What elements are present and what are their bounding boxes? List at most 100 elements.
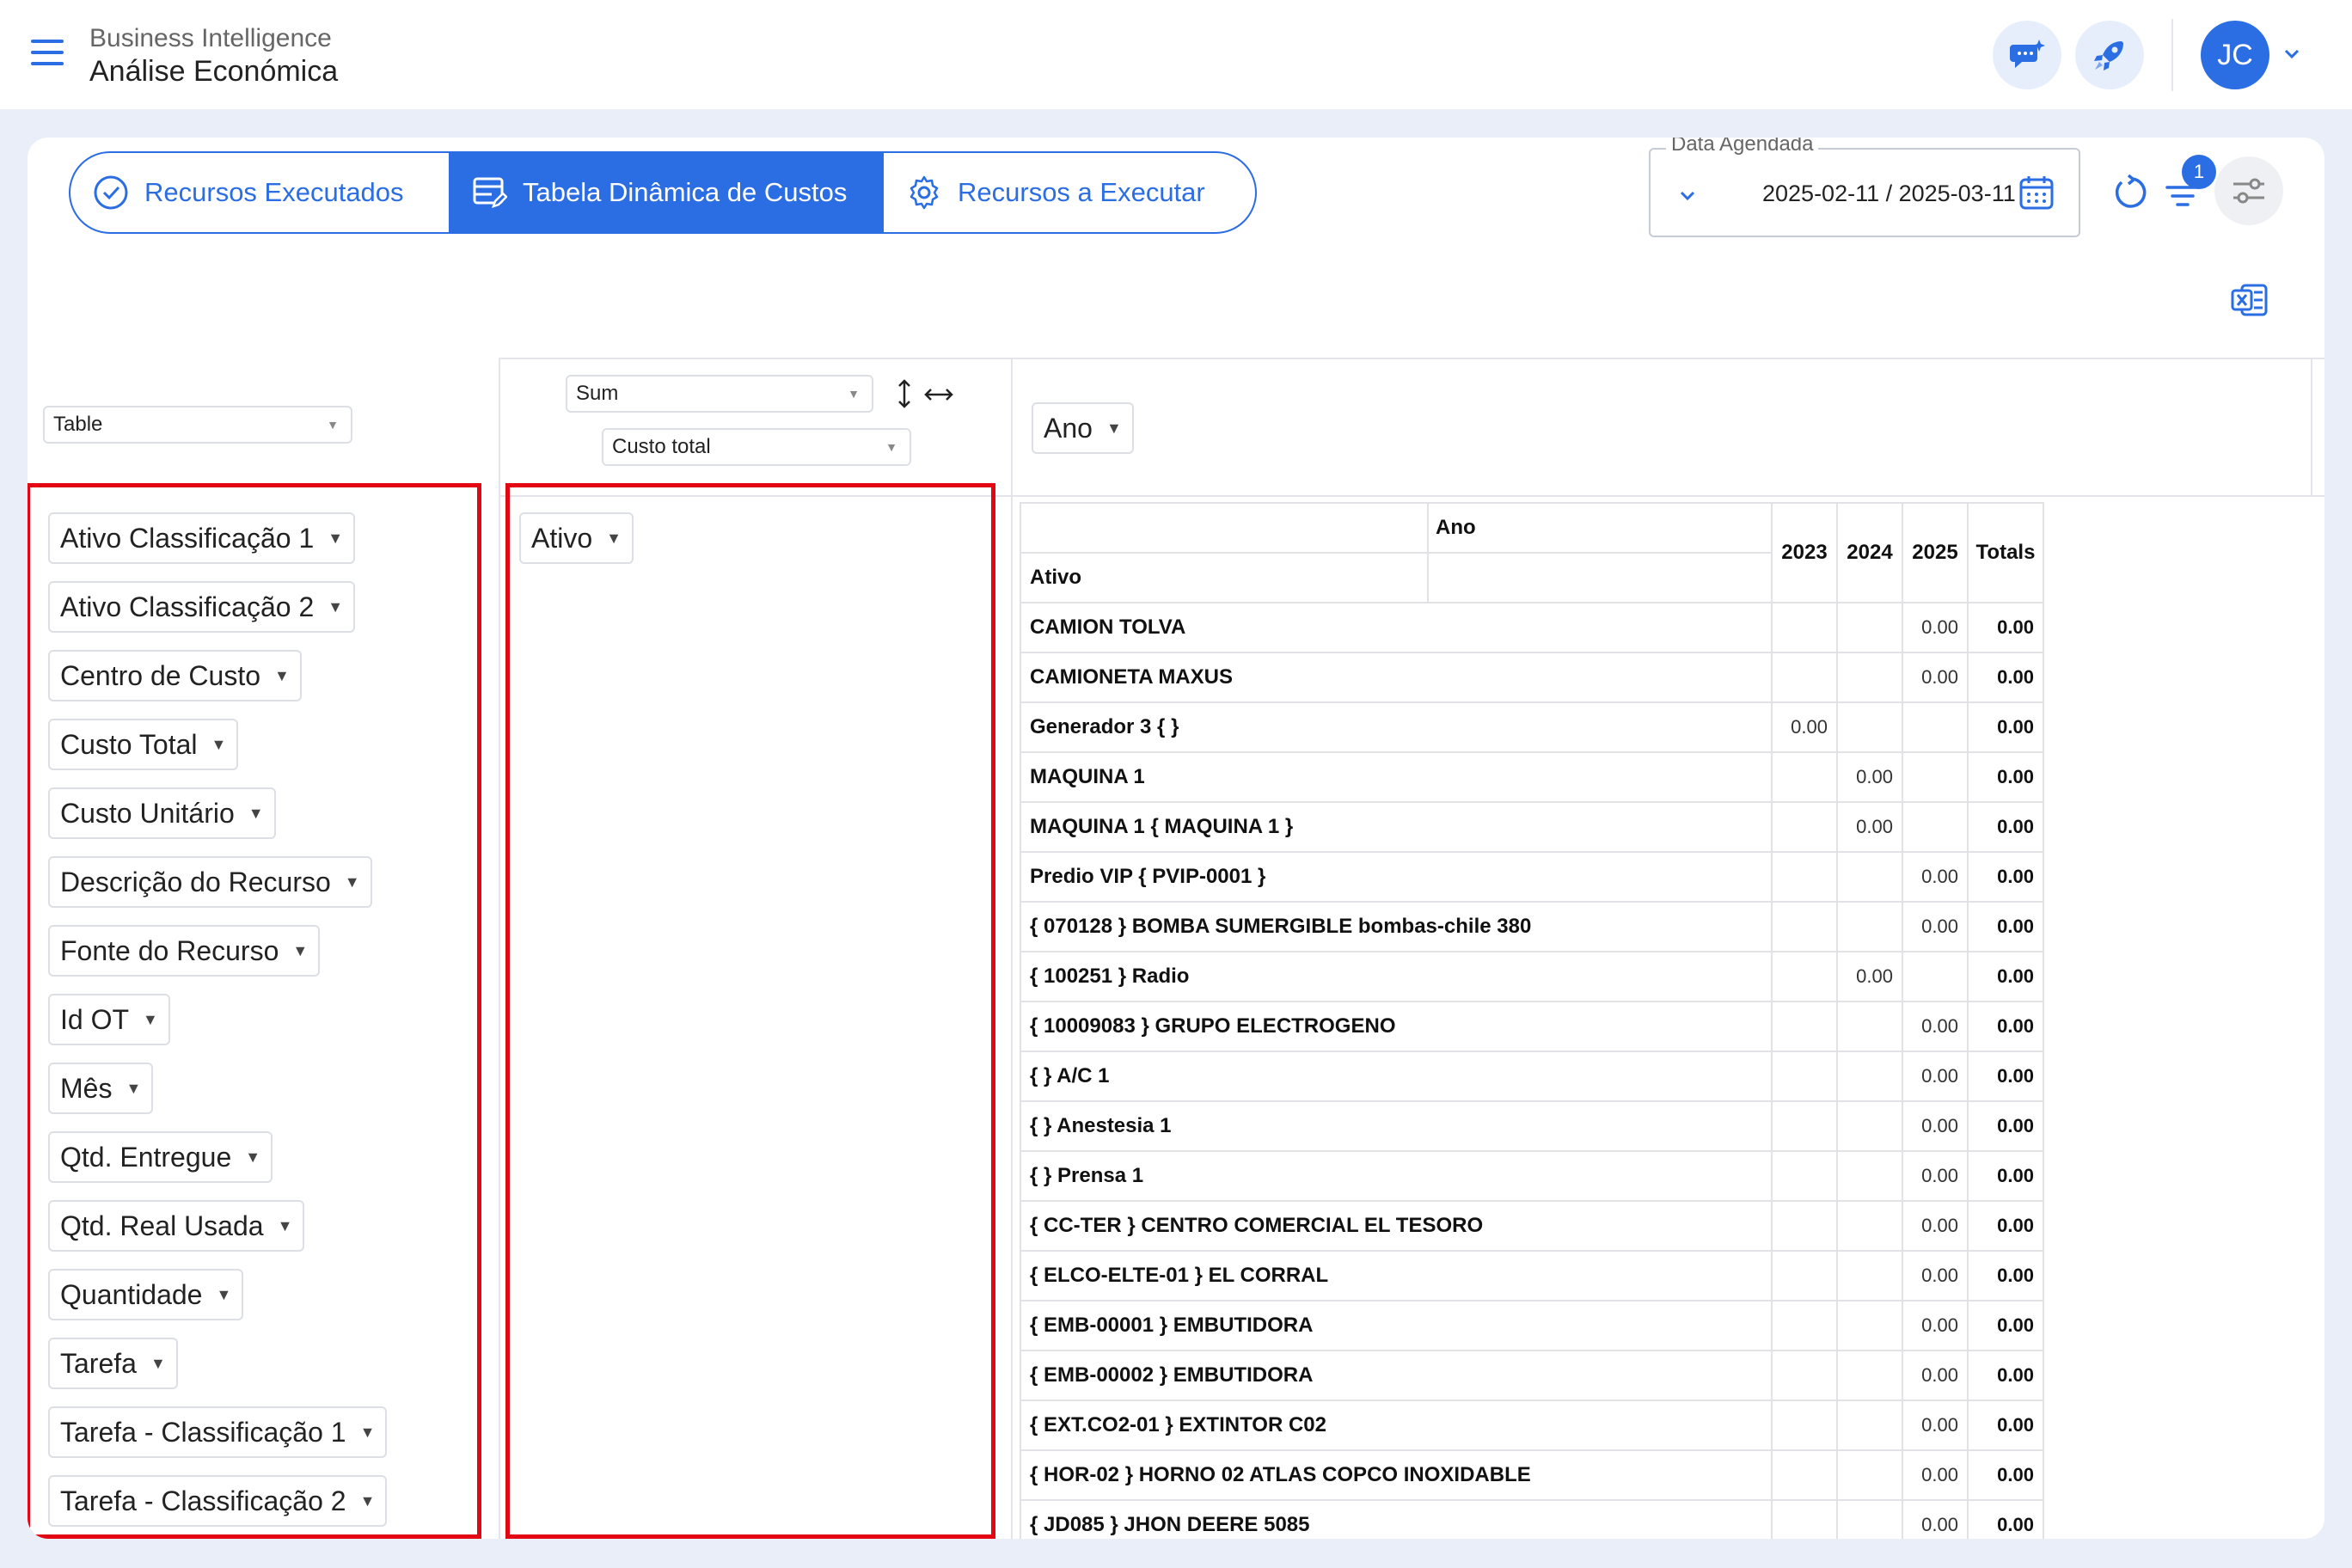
settings-sliders-button[interactable]: [2214, 156, 2283, 225]
horizontal-arrows-icon: [924, 389, 953, 401]
chevron-down-icon[interactable]: [2282, 43, 2302, 64]
row-label: CAMIONETA MAXUS: [1020, 652, 1773, 703]
pivot-table: Ano 2023 2024 2025 Totals Ativo CAMION T…: [1020, 502, 2044, 1539]
tab-label: Recursos a Executar: [958, 177, 1205, 207]
top-bar: Business Intelligence Análise Económica …: [0, 0, 2352, 109]
total-cell: 0.00: [1967, 1400, 2044, 1451]
row-label: { 100251 } Radio: [1020, 951, 1773, 1002]
total-cell: 0.00: [1967, 1150, 2044, 1202]
value-cell: 0.00: [1836, 751, 1903, 803]
calendar-button[interactable]: [2015, 168, 2058, 217]
value-cell: [1836, 1300, 1903, 1351]
table-row: { 100251 } Radio 0.00 0.00: [1020, 951, 2044, 1002]
tab-tabela-dinamica[interactable]: Tabela Dinâmica de Custos: [449, 153, 884, 232]
vertical-arrows-icon: [898, 379, 910, 408]
value-cell: 0.00: [1902, 901, 1969, 952]
renderer-select[interactable]: Table ▼: [43, 406, 352, 444]
row-fields-highlight: [505, 483, 995, 1539]
table-row: { } A/C 1 0.00 0.00: [1020, 1050, 2044, 1102]
calendar-icon: [2019, 176, 2054, 210]
value-cell: [1836, 901, 1903, 952]
value-cell: [1902, 701, 1969, 753]
value-cell: 0.00: [1902, 1449, 1969, 1501]
renderer-value: Table: [53, 413, 103, 436]
rocket-button[interactable]: [2075, 21, 2144, 89]
total-cell: 0.00: [1967, 701, 2044, 753]
total-cell: 0.00: [1967, 851, 2044, 903]
view-tabs: Recursos Executados Tabela Dinâmica de C…: [69, 151, 1257, 234]
value-cell: [1836, 1150, 1903, 1202]
chat-support-button[interactable]: [1993, 21, 2061, 89]
value-cell: [1836, 1449, 1903, 1501]
value-cell: [1836, 1200, 1903, 1252]
tab-recursos-a-executar[interactable]: Recursos a Executar: [884, 153, 1255, 232]
pill-label: Ano: [1044, 412, 1093, 444]
value-cell: 0.00: [1902, 1350, 1969, 1401]
value-cell: [1771, 652, 1838, 703]
total-cell: 0.00: [1967, 801, 2044, 853]
menu-icon[interactable]: [31, 40, 64, 67]
aggregator-field-select[interactable]: Custo total ▼: [602, 428, 911, 466]
total-cell: 0.00: [1967, 1200, 2044, 1252]
table-row: { EMB-00002 } EMBUTIDORA 0.00 0.00: [1020, 1350, 2044, 1401]
value-cell: [1836, 1499, 1903, 1539]
value-cell: [1771, 1001, 1838, 1052]
tab-recursos-executados[interactable]: Recursos Executados: [70, 153, 449, 232]
value-cell: [1771, 751, 1838, 803]
row-header-label: Ativo: [1020, 552, 1429, 603]
header-divider: [2171, 19, 2173, 91]
col-header-label: Ano: [1427, 502, 1773, 554]
aggregator-select[interactable]: Sum ▼: [566, 375, 873, 413]
value-cell: [1836, 602, 1903, 653]
value-cell: 0.00: [1902, 1001, 1969, 1052]
caret-down-icon: ▼: [327, 418, 339, 432]
value-cell: 0.00: [1902, 652, 1969, 703]
value-cell: [1902, 751, 1969, 803]
avatar[interactable]: JC: [2201, 21, 2269, 89]
total-cell: 0.00: [1967, 602, 2044, 653]
value-cell: [1771, 1250, 1838, 1302]
row-label: { } Anestesia 1: [1020, 1100, 1773, 1152]
caret-down-icon: ▼: [848, 387, 860, 401]
value-cell: [1771, 1100, 1838, 1152]
total-cell: 0.00: [1967, 1449, 2044, 1501]
row-order-toggle[interactable]: [892, 377, 916, 411]
row-label: CAMION TOLVA: [1020, 602, 1773, 653]
date-range-label: Data Agendada: [1666, 138, 1819, 156]
date-range-value[interactable]: 2025-02-11 / 2025-03-11: [1762, 181, 2016, 207]
total-cell: 0.00: [1967, 1001, 2044, 1052]
value-cell: 0.00: [1902, 851, 1969, 903]
value-cell: [1771, 901, 1838, 952]
pivot-middle-divider: [1011, 358, 1013, 1539]
value-cell: 0.00: [1836, 801, 1903, 853]
table-row: Generador 3 { } 0.00 0.00: [1020, 701, 2044, 753]
row-header-spacer: [1427, 552, 1773, 603]
column-field-pill[interactable]: Ano ▼: [1032, 402, 1134, 454]
pivot-corner: [1020, 502, 1429, 554]
value-cell: [1771, 1150, 1838, 1202]
filter-count-badge: 1: [2182, 155, 2216, 189]
table-row: { CC-TER } CENTRO COMERCIAL EL TESORO 0.0…: [1020, 1200, 2044, 1252]
value-cell: [1771, 1050, 1838, 1102]
value-cell: 0.00: [1902, 602, 1969, 653]
export-excel-button[interactable]: [2228, 280, 2271, 320]
value-cell: [1836, 1400, 1903, 1451]
table-row: { ELCO-ELTE-01 } EL CORRAL 0.00 0.00: [1020, 1250, 2044, 1302]
column-order-toggle[interactable]: [922, 382, 956, 407]
row-label: MAQUINA 1: [1020, 751, 1773, 803]
tab-label: Recursos Executados: [144, 177, 404, 207]
table-row: { } Anestesia 1 0.00 0.00: [1020, 1100, 2044, 1152]
chevron-down-icon[interactable]: [1676, 184, 1699, 206]
refresh-button[interactable]: [2108, 170, 2154, 217]
value-cell: [1836, 851, 1903, 903]
value-cell: 0.00: [1771, 701, 1838, 753]
breadcrumb-parent[interactable]: Business Intelligence: [89, 24, 332, 53]
value-cell: [1836, 1050, 1903, 1102]
totals-header: Totals: [1967, 502, 2044, 603]
value-cell: 0.00: [1902, 1250, 1969, 1302]
table-row: { HOR-02 } HORNO 02 ATLAS COPCO INOXIDAB…: [1020, 1449, 2044, 1501]
table-row: { 070128 } BOMBA SUMERGIBLE bombas-chile…: [1020, 901, 2044, 952]
total-cell: 0.00: [1967, 901, 2044, 952]
value-cell: [1771, 801, 1838, 853]
page-title: Análise Económica: [89, 55, 339, 88]
